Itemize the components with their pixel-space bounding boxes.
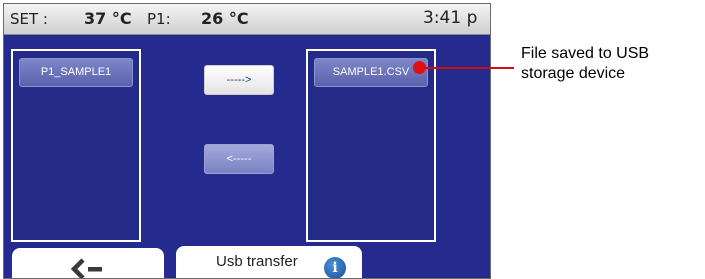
bottom-bar: Usb transfer i bbox=[4, 246, 490, 278]
back-button[interactable] bbox=[12, 248, 164, 278]
usb-files-panel: SAMPLE1.CSV bbox=[306, 49, 436, 242]
set-label: SET : bbox=[10, 10, 48, 28]
callout-text: File saved to USB storage device bbox=[521, 45, 650, 82]
info-icon[interactable]: i bbox=[324, 257, 346, 278]
usb-file-item[interactable]: SAMPLE1.CSV bbox=[314, 58, 428, 87]
clock-time: 3:41 p bbox=[423, 8, 478, 28]
device-files-panel: P1_SAMPLE1 bbox=[11, 49, 141, 242]
probe-temperature: 26 °C bbox=[201, 9, 249, 28]
device-file-item[interactable]: P1_SAMPLE1 bbox=[19, 58, 133, 87]
callout-line bbox=[420, 67, 514, 69]
copy-to-usb-button[interactable]: -----> bbox=[204, 65, 274, 95]
back-arrow-icon bbox=[70, 258, 102, 278]
copy-from-usb-button[interactable]: <----- bbox=[204, 144, 274, 174]
set-temperature: 37 °C bbox=[84, 9, 132, 28]
device-screen: SET : 37 °C P1: 26 °C 3:41 p P1_SAMPLE1 … bbox=[3, 3, 491, 279]
status-bar: SET : 37 °C P1: 26 °C 3:41 p bbox=[4, 4, 490, 35]
callout-dot bbox=[413, 61, 426, 74]
tab-usb-transfer-label: Usb transfer bbox=[216, 253, 298, 270]
tab-usb-transfer[interactable]: Usb transfer i bbox=[176, 246, 362, 278]
probe-label: P1: bbox=[147, 10, 171, 28]
